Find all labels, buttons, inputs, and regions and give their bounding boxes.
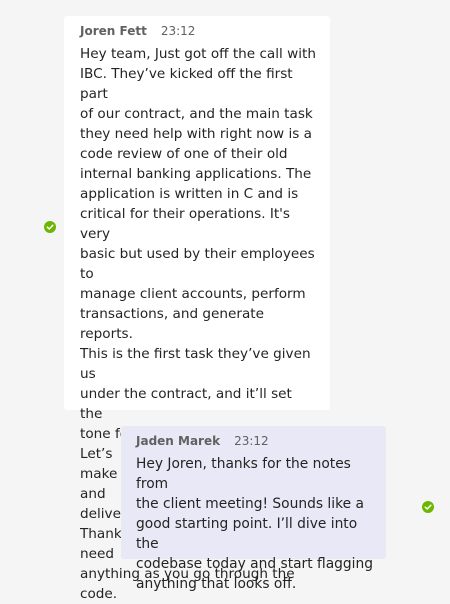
sender-name: Joren Fett [80, 24, 147, 38]
checkmark-circle-icon [44, 221, 56, 233]
sender-name: Jaden Marek [136, 434, 221, 448]
checkmark-circle-icon [422, 501, 434, 513]
chat-thread: { "messages": [ { "sender": "Joren Fett"… [0, 0, 450, 602]
message-timestamp: 23:12 [234, 434, 269, 448]
message-header: Joren Fett 23:12 [80, 24, 316, 42]
message-text: Hey Joren, thanks for the notes from the… [136, 456, 374, 592]
message-timestamp: 23:12 [160, 24, 196, 38]
message-bubble[interactable]: Joren Fett 23:12 Hey team, Just got off … [64, 16, 330, 602]
message-bubble[interactable]: Jaden Marek 23:12 Hey Joren, thanks for … [121, 426, 386, 592]
message-header: Jaden Marek 23:12 [136, 434, 374, 452]
